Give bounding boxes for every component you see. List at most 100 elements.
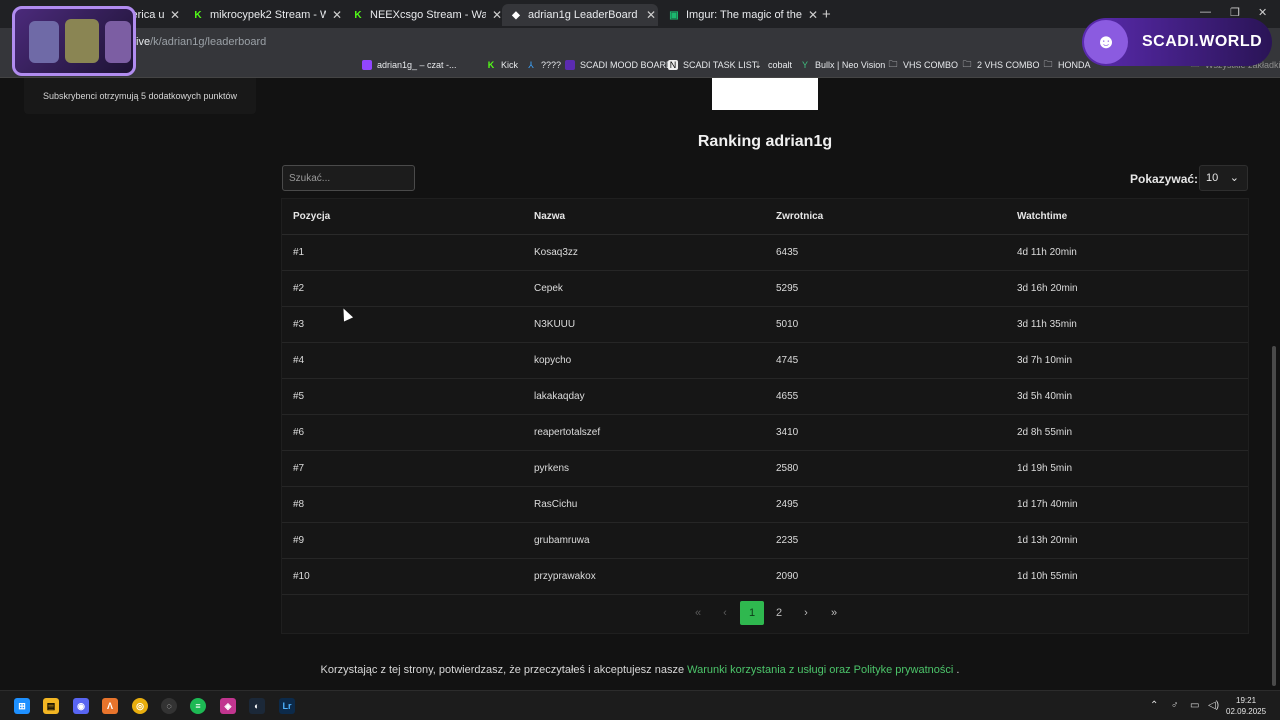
tab-2[interactable]: K mikrocypek2 Stream - Watch L ✕ [184, 4, 342, 26]
column-header-watchtime[interactable]: Watchtime [1017, 211, 1067, 222]
page-title: Ranking adrian1g [697, 133, 833, 150]
webcam-overlay [12, 6, 136, 76]
first-page-button[interactable]: « [686, 601, 710, 625]
cell-points: 5295 [776, 283, 799, 294]
footer-text: Korzystając z tej strony, potwierdzasz, … [320, 664, 685, 676]
close-icon[interactable]: ✕ [808, 8, 818, 22]
discord-icon[interactable]: ◉ [73, 698, 89, 714]
photos-icon[interactable]: ◈ [220, 698, 236, 714]
page-size-select[interactable]: 10 ⌄ [1199, 165, 1248, 191]
bookmark-label: VHS COMBO [903, 60, 959, 70]
page-1-button[interactable]: 1 [740, 601, 764, 625]
footer-conjunction: oraz [829, 664, 851, 676]
tab-leaderboard[interactable]: ◆ adrian1g LeaderBoard | The be ✕ [502, 4, 658, 26]
cell-position: #1 [293, 247, 305, 258]
twitch-icon [362, 60, 372, 70]
close-window-icon[interactable]: ✕ [1258, 6, 1267, 19]
close-icon[interactable]: ✕ [492, 8, 502, 22]
folder-icon: 🗀 [1043, 59, 1053, 69]
bookmark-label: adrian1g_ – czat -... [377, 60, 457, 70]
bookmark-mood-board[interactable]: SCADI MOOD BOARD [565, 60, 673, 70]
bookmark-folder-vhs[interactable]: 🗀 VHS COMBO [888, 59, 959, 70]
footer-end: . [956, 664, 960, 676]
column-header-name[interactable]: Nazwa [534, 211, 565, 222]
overlay-figure [29, 21, 59, 63]
cell-watchtime: 4d 11h 20min [1017, 247, 1077, 258]
notion-icon: N [668, 60, 678, 70]
table-row: #3 N3KUUU 5010 3d 11h 35min [282, 307, 1248, 343]
windows-start-icon[interactable]: ⊞ [14, 698, 30, 714]
bookmark-twitch-chat[interactable]: adrian1g_ – czat -... [362, 60, 457, 70]
close-icon[interactable]: ✕ [170, 8, 180, 22]
page-scrollbar[interactable] [1272, 346, 1276, 686]
cell-position: #10 [293, 571, 310, 582]
minimize-icon[interactable]: — [1200, 6, 1211, 18]
privacy-link[interactable]: Polityke prywatności [854, 664, 954, 676]
bookmark-task-list[interactable]: N SCADI TASK LIST [668, 60, 757, 70]
bookmark-kick[interactable]: K Kick [486, 60, 518, 70]
brand-text: SCADI.WORLD [1142, 33, 1263, 50]
bookmark-bullx[interactable]: Y Bullx | Neo Vision [800, 60, 885, 70]
cell-points: 4745 [776, 355, 799, 366]
bookmark-cobalt[interactable]: ⇣ cobalt [753, 60, 792, 71]
spotify-icon[interactable]: ≡ [190, 698, 206, 714]
column-header-points[interactable]: Zwrotnica [776, 211, 823, 222]
banner-image [712, 78, 818, 110]
tab-imgur[interactable]: ▣ Imgur: The magic of the Interne ✕ [660, 4, 818, 26]
close-icon[interactable]: ✕ [646, 8, 656, 22]
new-tab-button[interactable]: + [822, 6, 831, 23]
cell-position: #4 [293, 355, 305, 366]
bookmark-unknown[interactable]: ⅄???? [526, 60, 562, 71]
cell-position: #2 [293, 283, 305, 294]
imgur-icon: ▣ [669, 9, 679, 21]
cell-points: 3410 [776, 427, 799, 438]
cell-name: RasCichu [534, 499, 578, 510]
folder-icon: 🗀 [962, 59, 972, 69]
page-content: Subskrybenci otrzymują 5 dodatkowych pun… [0, 78, 1280, 690]
prev-page-button[interactable]: ‹ [713, 601, 737, 625]
bookmark-folder-honda[interactable]: 🗀 HONDA [1043, 59, 1090, 70]
next-page-button[interactable]: › [794, 601, 818, 625]
chrome-icon[interactable]: ◎ [132, 698, 148, 714]
kick-icon: K [354, 9, 362, 21]
cell-points: 6435 [776, 247, 799, 258]
column-header-position[interactable]: Pozycja [293, 211, 330, 222]
cell-watchtime: 3d 5h 40min [1017, 391, 1073, 402]
lightroom-icon[interactable]: Lr [279, 698, 295, 714]
app-icon[interactable]: Λ [102, 698, 118, 714]
volume-icon[interactable]: ◁) [1208, 700, 1219, 711]
url-text[interactable]: ive/k/adrian1g/leaderboard [136, 36, 266, 48]
terms-link[interactable]: Warunki korzystania z usługi [687, 664, 826, 676]
clock[interactable]: 19:21 02.09.2025 [1226, 695, 1266, 717]
cell-position: #7 [293, 463, 305, 474]
steam-icon[interactable]: ◐ [249, 698, 265, 714]
microphone-icon[interactable]: ♂ [1171, 700, 1179, 711]
clock-time: 19:21 [1236, 696, 1257, 705]
tab-3[interactable]: K NEEXcsgo Stream - Watch Live ✕ [344, 4, 502, 26]
board-icon [565, 60, 575, 70]
search-input[interactable] [282, 165, 415, 191]
cell-points: 2580 [776, 463, 799, 474]
cell-watchtime: 1d 17h 40min [1017, 499, 1078, 510]
cell-name: lakakaqday [534, 391, 585, 402]
network-icon[interactable]: ▭ [1190, 700, 1199, 711]
cell-points: 5010 [776, 319, 799, 330]
chevron-up-icon[interactable]: ⌃ [1150, 700, 1158, 711]
bookmark-label: ???? [541, 60, 562, 70]
page-2-button[interactable]: 2 [767, 601, 791, 625]
bookmark-folder-2vhs[interactable]: 🗀 2 VHS COMBO [962, 59, 1040, 70]
cell-points: 2090 [776, 571, 799, 582]
last-page-button[interactable]: » [822, 601, 846, 625]
clock-date: 02.09.2025 [1226, 707, 1267, 716]
bookmark-label: Bullx | Neo Vision [815, 60, 886, 70]
tab-title: mikrocypek2 Stream - Watch L [210, 9, 326, 21]
footer: Korzystając z tej strony, potwierdzasz, … [0, 664, 1280, 676]
subscribers-note-card: Subskrybenci otrzymują 5 dodatkowych pun… [24, 78, 256, 114]
obs-icon[interactable]: ◌ [161, 698, 177, 714]
cell-name: N3KUUU [534, 319, 576, 330]
cell-position: #9 [293, 535, 305, 546]
file-explorer-icon[interactable]: ▤ [43, 698, 59, 714]
close-icon[interactable]: ✕ [332, 8, 342, 22]
table-row: #8 RasCichu 2495 1d 17h 40min [282, 487, 1248, 523]
bookmark-label: 2 VHS COMBO [977, 60, 1040, 70]
